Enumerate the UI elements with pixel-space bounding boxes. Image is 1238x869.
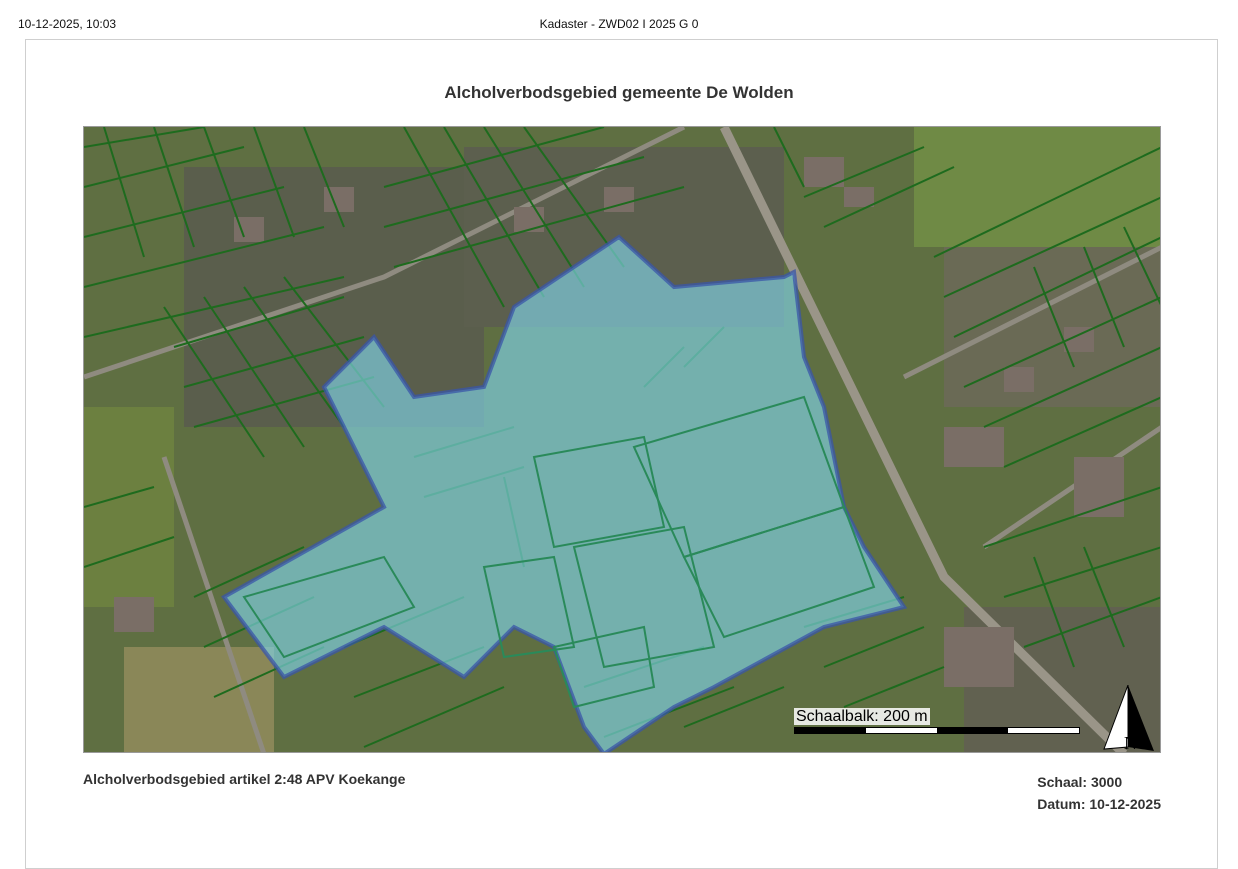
map-metadata: Schaal: 3000 Datum: 10-12-2025: [1037, 771, 1161, 815]
aerial-map[interactable]: Schaalbalk: 200 m N: [83, 126, 1161, 753]
north-label: N: [1124, 733, 1137, 753]
map-title: Alcholverbodsgebied gemeente De Wolden: [444, 83, 794, 102]
scalebar-segment: [866, 728, 937, 733]
scalebar-segment: [795, 728, 866, 733]
field-southwest: [124, 647, 274, 752]
map-caption: Alcholverbodsgebied artikel 2:48 APV Koe…: [83, 771, 406, 787]
scalebar-segment: [937, 728, 1008, 733]
north-arrow-icon: N: [1103, 685, 1154, 753]
scalebar-segment: [1008, 728, 1079, 733]
map-canvas: [84, 127, 1160, 752]
scalebar: [794, 727, 1080, 734]
field-west: [84, 407, 174, 607]
date-text: Datum: 10-12-2025: [1037, 796, 1161, 812]
scale-text: Schaal: 3000: [1037, 774, 1123, 790]
document-reference: Kadaster - ZWD02 I 2025 G 0: [539, 17, 699, 31]
scalebar-label: Schaalbalk: 200 m: [794, 708, 930, 725]
